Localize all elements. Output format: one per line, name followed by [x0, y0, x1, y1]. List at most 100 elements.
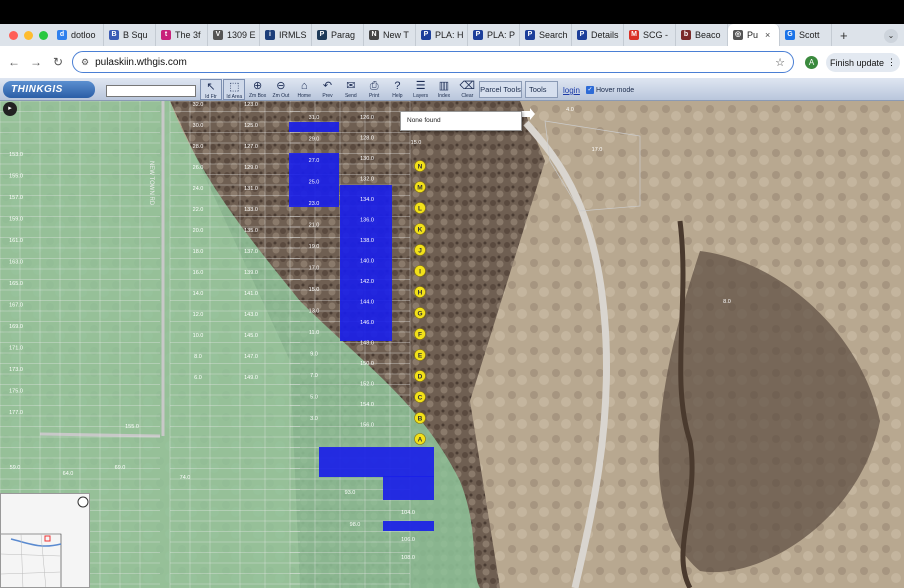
overview-toggle-icon[interactable] [77, 496, 89, 508]
parcel-number: 108.0 [401, 555, 415, 561]
tab-title: Details [591, 30, 619, 40]
map-options-icon[interactable]: ▸ [3, 102, 17, 116]
parcel-number: 22.0 [193, 207, 204, 213]
browser-tab[interactable]: ◎ Pu × [728, 24, 780, 46]
browser-tab[interactable]: P PLA: H [416, 24, 468, 46]
parcel-number: 32.0 [193, 102, 204, 108]
browser-tab[interactable]: B B Squ [104, 24, 156, 46]
browser-tab[interactable]: b Beaco [676, 24, 728, 46]
tools-menu-label: Tools [529, 85, 547, 94]
new-tab-button[interactable]: + [832, 28, 856, 43]
zoom-window-button[interactable] [39, 30, 48, 40]
parcel-number: 159.0 [9, 217, 23, 223]
close-tab-icon[interactable]: × [765, 30, 770, 40]
tool-home[interactable]: ⌂ Home [293, 79, 315, 100]
block-letter: D [418, 373, 423, 380]
parcel-number: 137.0 [244, 249, 258, 255]
parcel-number: 5.0 [310, 395, 318, 401]
hover-mode-label: Hover mode [596, 86, 635, 94]
parcel-search-input[interactable] [106, 85, 196, 97]
tool-zm-out[interactable]: ⊖ Zm Out [270, 79, 292, 100]
tool-print[interactable]: ⎙ Print [363, 79, 385, 100]
parcel-number: 21.0 [309, 223, 320, 229]
minimize-window-button[interactable] [24, 30, 33, 40]
browser-tab[interactable]: P Parag [312, 24, 364, 46]
tool-clear[interactable]: ⌫ Clear [456, 79, 478, 100]
parcel-number: 9.0 [310, 352, 318, 358]
parcel-number: 150.0 [360, 361, 374, 367]
parcel-number: 133.0 [244, 207, 258, 213]
overview-map[interactable] [0, 493, 90, 588]
login-link[interactable]: login [563, 86, 580, 95]
tool-icon: ✉ [346, 80, 356, 92]
tab-search-chevron-icon[interactable]: ⌄ [884, 29, 898, 43]
browser-tab[interactable]: i IRMLS [260, 24, 312, 46]
selected-parcel[interactable] [383, 476, 434, 500]
browser-nav-bar: ← → ↻ ⚙ pulaskiin.wthgis.com ☆ A Finish … [0, 46, 904, 78]
identify-popup: None found [400, 111, 522, 131]
finish-update-button[interactable]: Finish update ⋮ [826, 53, 900, 72]
tool-label: Clear [461, 93, 474, 99]
address-bar[interactable]: ⚙ pulaskiin.wthgis.com ☆ [72, 51, 794, 73]
browser-tab[interactable]: N New T [364, 24, 416, 46]
tool-id-ftr[interactable]: ↖ Id Ftr [200, 79, 222, 100]
forward-arrow-icon[interactable]: → [25, 55, 47, 69]
browser-tab[interactable]: V 1309 E [208, 24, 260, 46]
block-letter: M [417, 184, 422, 191]
close-window-button[interactable] [9, 30, 18, 40]
tool-zm-box[interactable]: ⊕ Zm Box [247, 79, 269, 100]
selected-parcel[interactable] [319, 447, 434, 477]
parcel-number: 27.0 [309, 158, 320, 164]
browser-tab[interactable]: P Details [572, 24, 624, 46]
tool-prev[interactable]: ↶ Prev [317, 79, 339, 100]
tools-menu-button[interactable]: Tools ▾ [525, 81, 558, 110]
map-viewport[interactable]: NEW TOWN RD N M L K J I H G F E D C B A 153.0 155.0 157… [0, 101, 904, 588]
tool-layers[interactable]: ☰ Layers [410, 79, 432, 100]
tool-id-area[interactable]: ⬚ Id Area [223, 79, 246, 100]
tool-send[interactable]: ✉ Send [340, 79, 362, 100]
hover-mode-toggle[interactable]: ✓ Hover mode [586, 86, 634, 94]
parcel-number: 31.0 [309, 115, 320, 121]
tab-favicon-icon: P [577, 30, 587, 40]
reload-icon[interactable]: ↻ [47, 55, 69, 69]
parcel-number: 64.0 [63, 471, 74, 477]
parcel-number: 141.0 [244, 291, 258, 297]
back-arrow-icon[interactable]: ← [3, 55, 25, 69]
profile-avatar[interactable]: A [805, 56, 818, 69]
tool-label: Zm Out [272, 93, 290, 99]
aerial-map[interactable]: NEW TOWN RD N M L K J I H G F E D C B A 153.0 155.0 157… [0, 101, 904, 588]
parcel-number: 156.0 [360, 423, 374, 429]
browser-tab[interactable]: P Search [520, 24, 572, 46]
browser-tab[interactable]: d dotloo [52, 24, 104, 46]
tool-icon: ⬚ [229, 81, 240, 93]
tool-label: Prev [322, 93, 333, 99]
browser-tab[interactable]: M SCG - [624, 24, 676, 46]
parcel-number: 134.0 [360, 197, 374, 203]
selected-parcel[interactable] [289, 122, 339, 132]
parcel-number: 14.0 [193, 291, 204, 297]
tab-favicon-icon: N [369, 30, 379, 40]
tab-favicon-icon: P [525, 30, 535, 40]
tool-label: Home [297, 93, 311, 99]
tool-label: Id Ftr [205, 94, 217, 100]
window-controls [0, 30, 52, 40]
parcel-number: 139.0 [244, 270, 258, 276]
tab-title: New T [383, 30, 409, 40]
parcel-number: 12.0 [193, 312, 204, 318]
parcel-number: 147.0 [244, 354, 258, 360]
parcel-tools-button[interactable]: Parcel Tools [479, 81, 522, 98]
tool-index[interactable]: ▥ Index [433, 79, 455, 100]
parcel-number: 123.0 [244, 102, 258, 108]
site-info-icon[interactable]: ⚙ [81, 57, 89, 68]
tab-favicon-icon: b [681, 30, 691, 40]
browser-tab-strip: d dotloo B B Squ t The 3f V 1309 E i IRMLS P Parag N… [0, 24, 904, 46]
selected-parcel[interactable] [383, 521, 434, 531]
browser-tab[interactable]: P PLA: P [468, 24, 520, 46]
checkbox-checked-icon[interactable]: ✓ [586, 86, 594, 94]
bookmark-star-icon[interactable]: ☆ [775, 56, 785, 69]
parcel-number: 173.0 [9, 367, 23, 373]
parcel-number: 17.0 [592, 147, 603, 153]
browser-tab[interactable]: t The 3f [156, 24, 208, 46]
browser-tab[interactable]: G Scott [780, 24, 832, 46]
tool-help[interactable]: ? Help [386, 79, 408, 100]
